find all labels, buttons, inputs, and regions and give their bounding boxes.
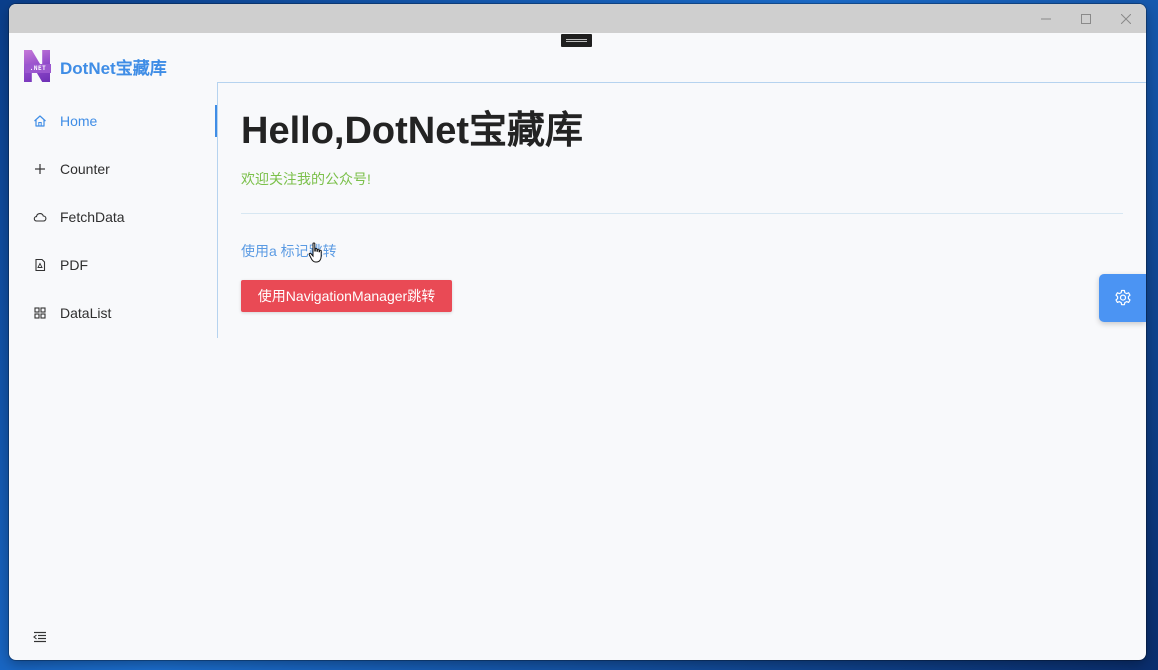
grid-icon — [33, 306, 47, 320]
app-window: DotNet宝藏库 .NET Home Counter FetchData PD — [9, 4, 1146, 660]
close-icon — [1121, 13, 1131, 24]
sidebar-item-label: FetchData — [60, 209, 125, 225]
sidebar-item-counter[interactable]: Counter — [9, 145, 217, 193]
content-top-border — [217, 82, 1146, 83]
logo-net-label: .NET — [25, 64, 51, 73]
minimize-icon — [1041, 18, 1051, 19]
content-divider — [241, 213, 1123, 214]
sidebar-item-label: Home — [60, 113, 98, 129]
sidebar-item-home[interactable]: Home — [9, 97, 217, 145]
minimize-button[interactable] — [1026, 4, 1066, 33]
pdf-file-icon — [33, 258, 47, 272]
drag-handle[interactable] — [561, 34, 592, 47]
hand-cursor-icon — [308, 242, 322, 263]
brand-title: DotNet宝藏库 — [60, 58, 167, 78]
sidebar-item-label: Counter — [60, 161, 110, 177]
cloud-icon — [33, 210, 47, 224]
main-content: Hello,DotNet宝藏库 欢迎关注我的公众号! 使用a 标记跳转 使用Na… — [241, 108, 1123, 312]
gear-icon — [1114, 289, 1131, 306]
sidebar-nav: Home Counter FetchData PDF DataList — [9, 97, 217, 337]
plus-icon — [33, 162, 47, 176]
sidebar-item-fetchdata[interactable]: FetchData — [9, 193, 217, 241]
sidebar-item-datalist[interactable]: DataList — [9, 289, 217, 337]
sidebar-item-pdf[interactable]: PDF — [9, 241, 217, 289]
settings-button[interactable] — [1099, 274, 1146, 322]
home-icon — [33, 114, 47, 128]
sidebar-item-label: PDF — [60, 257, 88, 273]
welcome-text: 欢迎关注我的公众号! — [241, 171, 371, 187]
menu-fold-icon[interactable] — [33, 629, 47, 643]
title-bar[interactable] — [9, 4, 1146, 33]
close-button[interactable] — [1106, 4, 1146, 33]
maximize-button[interactable] — [1066, 4, 1106, 33]
maximize-icon — [1081, 13, 1091, 24]
sidebar-item-label: DataList — [60, 305, 112, 321]
page-title: Hello,DotNet宝藏库 — [241, 110, 584, 152]
sidebar-divider — [217, 82, 218, 338]
navigation-manager-button[interactable]: 使用NavigationManager跳转 — [241, 280, 452, 312]
